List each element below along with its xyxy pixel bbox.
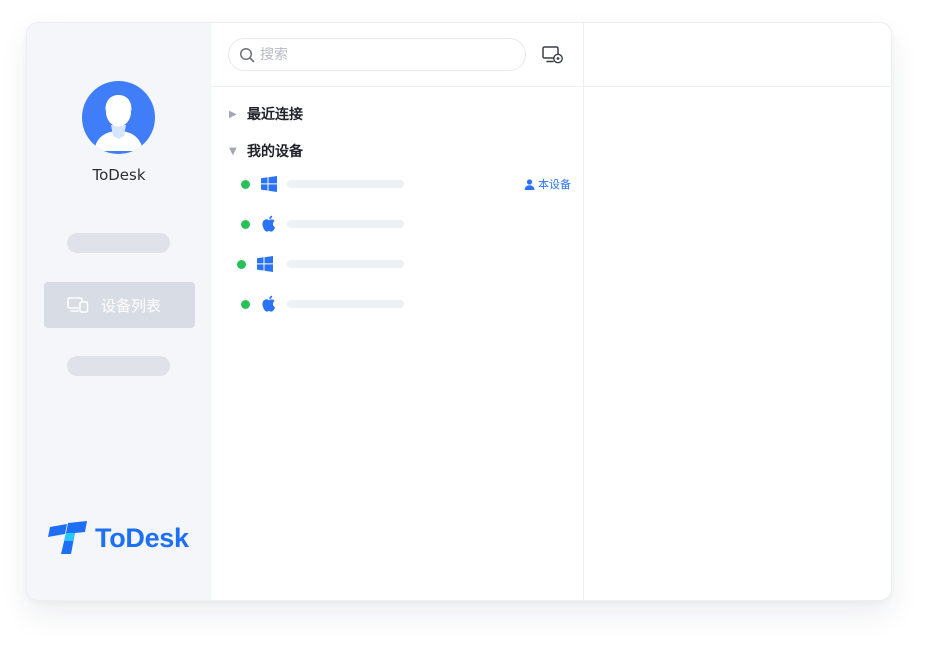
device-row[interactable] <box>241 292 571 316</box>
nav-item-placeholder[interactable] <box>67 356 170 376</box>
apple-icon <box>261 215 277 232</box>
device-row[interactable] <box>241 212 571 236</box>
device-name-placeholder <box>287 220 404 228</box>
avatar[interactable] <box>82 81 155 154</box>
todesk-logo-icon <box>48 521 87 554</box>
sidebar: ToDesk 设备列表 ToDesk <box>27 23 211 600</box>
device-name-placeholder <box>287 300 404 308</box>
device-list-panel: ▶ 最近连接 ▼ 我的设备 本设备 <box>211 23 584 600</box>
online-status-dot <box>241 299 250 309</box>
app-window: ToDesk 设备列表 ToDesk ▶ 最近连接 ▼ 我的设备 本设备 搜索 <box>26 22 892 601</box>
search-icon <box>239 47 255 62</box>
device-name-placeholder <box>287 260 404 268</box>
this-device-label: 本设备 <box>538 178 571 191</box>
device-name-placeholder <box>287 180 404 188</box>
top-bar <box>211 23 891 87</box>
group-recent[interactable]: ▶ 最近连接 <box>229 104 303 124</box>
device-row[interactable] <box>237 252 567 276</box>
device-row[interactable]: 本设备 <box>241 172 571 196</box>
apple-icon <box>261 295 277 312</box>
user-avatar-icon <box>94 95 143 151</box>
devices-icon <box>67 297 89 313</box>
online-status-dot <box>241 219 250 229</box>
group-label: 最近连接 <box>247 107 303 123</box>
brand-logo: ToDesk <box>47 521 189 555</box>
windows-icon <box>261 176 277 192</box>
windows-icon <box>257 256 273 272</box>
monitor-add-icon <box>542 46 563 64</box>
add-device-button[interactable] <box>541 45 565 65</box>
online-status-dot <box>241 179 250 189</box>
search-box[interactable] <box>228 38 526 71</box>
group-my-devices[interactable]: ▼ 我的设备 <box>229 141 303 161</box>
search-input[interactable] <box>260 46 500 63</box>
nav-item-label: 设备列表 <box>101 296 162 315</box>
nav-item-device-list[interactable]: 设备列表 <box>44 282 195 328</box>
nav-item-placeholder[interactable] <box>67 233 170 253</box>
brand-name: ToDesk <box>95 522 189 553</box>
this-device-tag: 本设备 <box>524 176 571 192</box>
caret-down-icon: ▼ <box>229 145 237 157</box>
username-label: ToDesk <box>92 166 146 184</box>
online-status-dot <box>237 259 246 269</box>
group-label: 我的设备 <box>247 144 303 160</box>
caret-right-icon: ▶ <box>229 108 237 120</box>
person-icon <box>524 178 535 190</box>
